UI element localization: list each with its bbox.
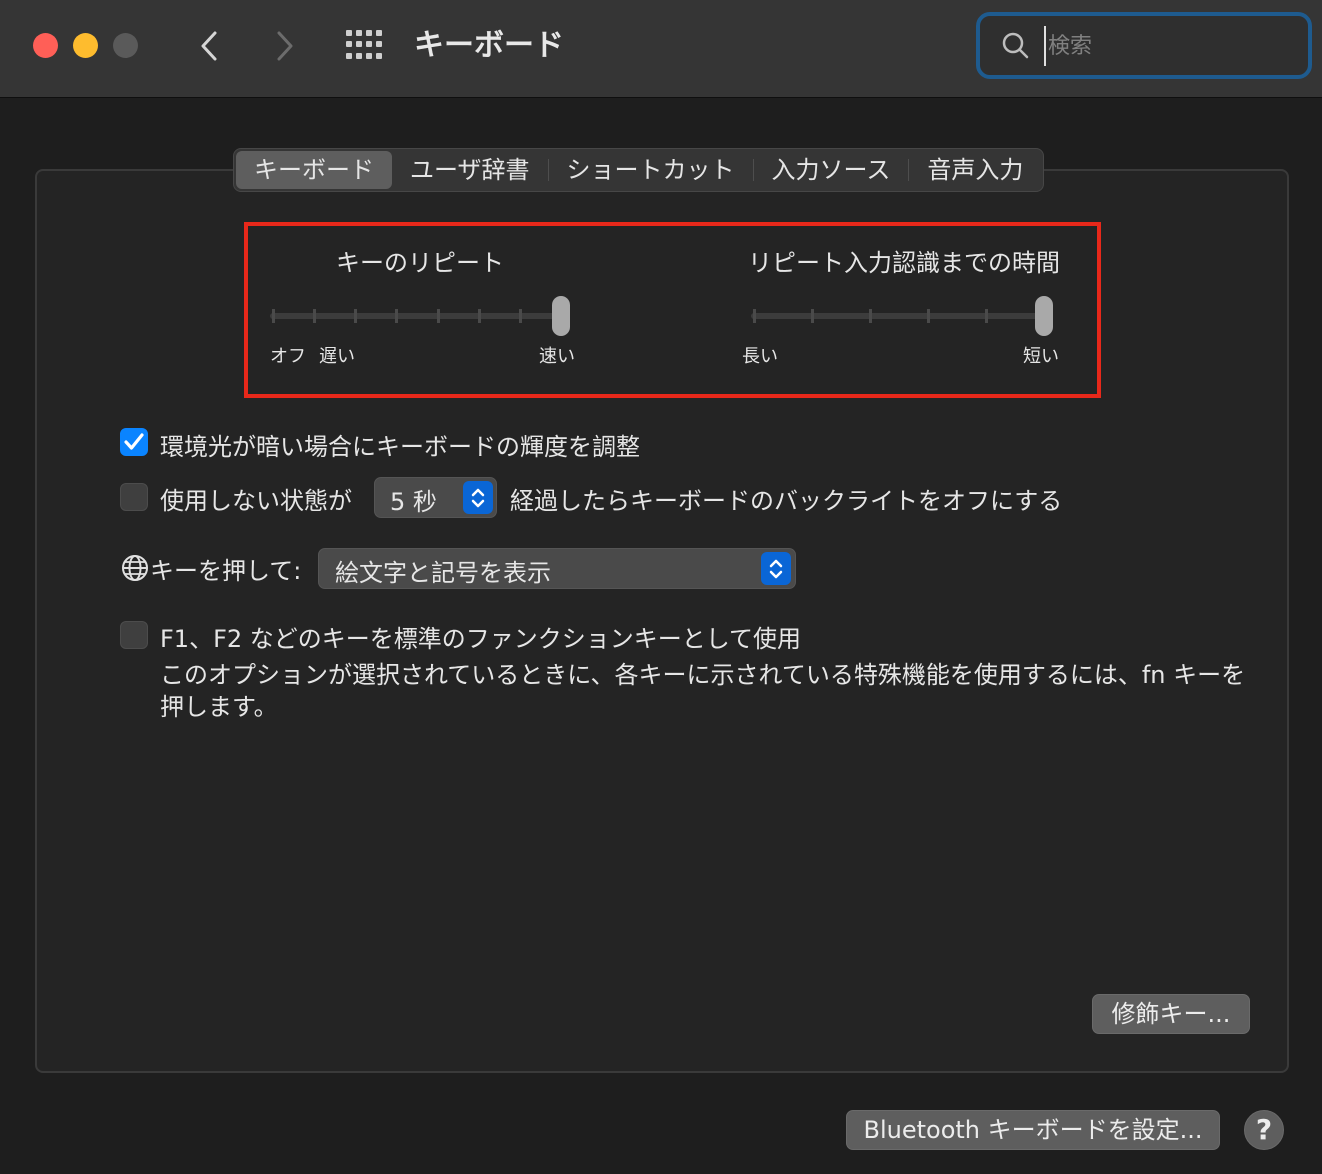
backlight-off-label-after: 経過したらキーボードのバックライトをオフにする — [510, 481, 1062, 516]
ambient-light-label: 環境光が暗い場合にキーボードの輝度を調整 — [160, 427, 640, 462]
tab-input-sources[interactable]: 入力ソース — [754, 151, 909, 189]
chevron-right-icon — [275, 30, 295, 62]
tab-keyboard[interactable]: キーボード — [236, 151, 392, 189]
key-repeat-tick — [478, 309, 481, 323]
popup-arrows-icon — [463, 481, 493, 514]
backlight-timeout-popup[interactable]: 5 秒 — [374, 477, 497, 518]
repeat-delay-tick — [753, 309, 756, 323]
globe-key-action-popup[interactable]: 絵文字と記号を表示 — [318, 548, 796, 589]
repeat-delay-track — [751, 313, 1051, 319]
back-button[interactable] — [194, 26, 224, 66]
repeat-delay-knob[interactable] — [1035, 296, 1053, 336]
fn-keys-checkbox[interactable] — [120, 621, 148, 649]
tab-user-dictionary[interactable]: ユーザ辞書 — [392, 151, 548, 189]
search-field[interactable] — [976, 12, 1312, 79]
key-repeat-tick — [272, 309, 275, 323]
chevron-left-icon — [199, 30, 219, 62]
tab-bar: キーボード ユーザ辞書 ショートカット 入力ソース 音声入力 — [233, 148, 1044, 192]
key-repeat-title: キーのリピート — [336, 243, 504, 278]
backlight-off-checkbox[interactable] — [120, 483, 148, 511]
close-window-button[interactable] — [33, 33, 58, 58]
key-repeat-slow-label: 遅い — [319, 342, 355, 368]
zoom-window-button[interactable] — [113, 33, 138, 58]
repeat-delay-tick — [927, 309, 930, 323]
window-title: キーボード — [414, 24, 564, 68]
key-repeat-tick — [519, 309, 522, 323]
modifier-keys-button[interactable]: 修飾キー... — [1092, 994, 1250, 1034]
help-button[interactable]: ? — [1244, 1110, 1284, 1150]
globe-key-action-value: 絵文字と記号を表示 — [335, 553, 551, 588]
backlight-timeout-value: 5 秒 — [390, 482, 437, 517]
key-repeat-tick — [395, 309, 398, 323]
fn-keys-description: このオプションが選択されているときに、各キーに示されている特殊機能を使用するには… — [160, 659, 1260, 723]
repeat-delay-title: リピート入力認識までの時間 — [748, 243, 1060, 278]
search-input[interactable] — [1044, 26, 1294, 66]
tab-shortcuts[interactable]: ショートカット — [549, 151, 753, 189]
show-all-grid-icon[interactable] — [346, 30, 384, 60]
key-repeat-off-label: オフ — [270, 342, 306, 368]
search-icon — [1002, 32, 1030, 60]
minimize-window-button[interactable] — [73, 33, 98, 58]
ambient-light-checkbox[interactable] — [120, 428, 148, 456]
repeat-delay-tick — [811, 309, 814, 323]
backlight-off-label-before: 使用しない状態が — [160, 481, 352, 516]
key-repeat-tick — [354, 309, 357, 323]
globe-key-label: キーを押して: — [150, 551, 301, 586]
repeat-delay-tick — [869, 309, 872, 323]
repeat-delay-tick — [985, 309, 988, 323]
title-bar: キーボード — [0, 0, 1322, 98]
repeat-delay-long-label: 長い — [742, 342, 778, 368]
tab-dictation[interactable]: 音声入力 — [909, 151, 1041, 189]
key-repeat-tick — [313, 309, 316, 323]
popup-arrows-icon — [761, 552, 791, 585]
checkmark-icon — [120, 428, 148, 456]
key-repeat-knob[interactable] — [552, 296, 570, 336]
repeat-delay-short-label: 短い — [1023, 342, 1059, 368]
fn-keys-label: F1、F2 などのキーを標準のファンクションキーとして使用 — [160, 619, 801, 654]
forward-button[interactable] — [270, 26, 300, 66]
key-repeat-fast-label: 速い — [539, 342, 575, 368]
globe-icon — [121, 554, 149, 582]
setup-bluetooth-keyboard-button[interactable]: Bluetooth キーボードを設定... — [846, 1110, 1220, 1150]
key-repeat-tick — [437, 309, 440, 323]
